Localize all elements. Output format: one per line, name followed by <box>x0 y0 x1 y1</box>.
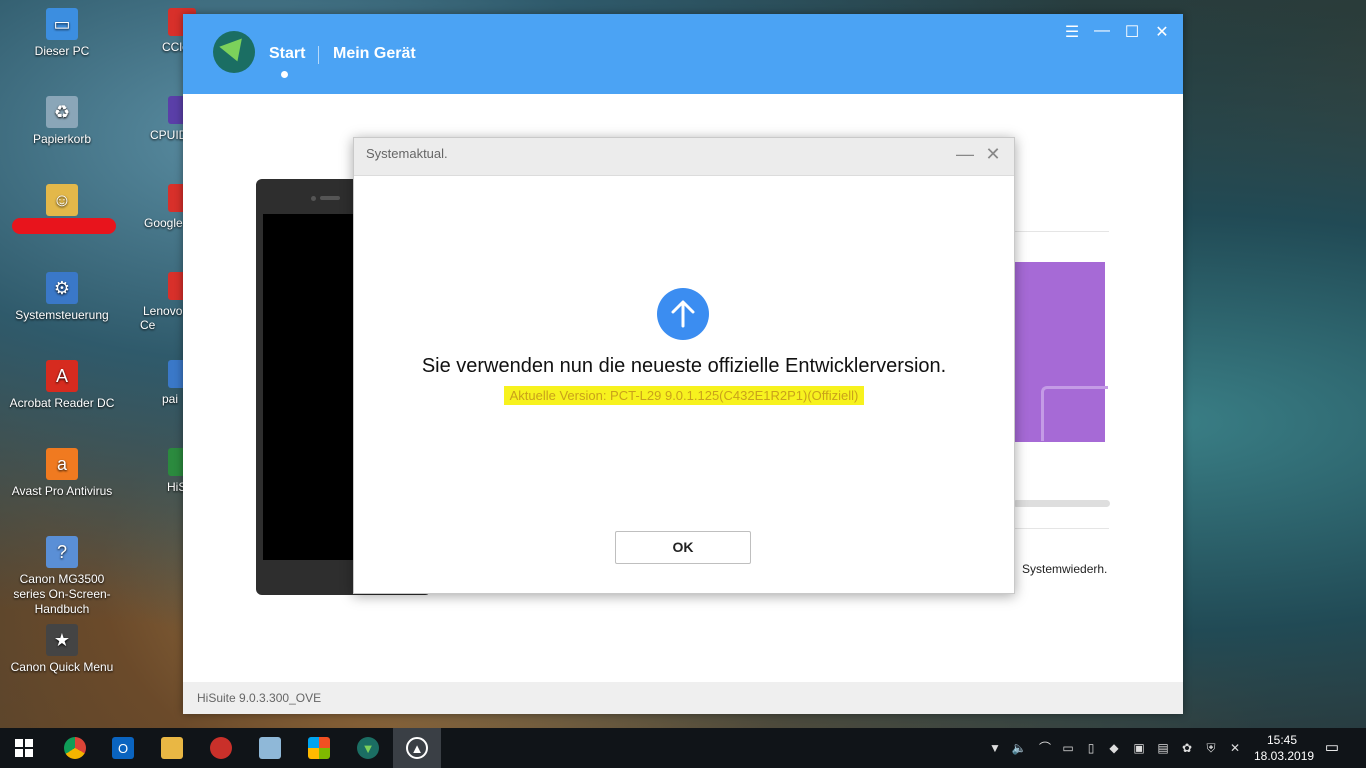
clock-date: 18.03.2019 <box>1254 749 1315 763</box>
desktop-icon-label: Dieser PC <box>34 44 90 58</box>
dialog-close-button[interactable]: ✕ <box>982 144 1004 165</box>
wifi-icon[interactable]: ⌒ <box>1037 740 1053 756</box>
notepad-icon <box>259 737 281 759</box>
network-tray-icon[interactable]: ▣ <box>1131 740 1147 756</box>
user-folder-icon: ☺ <box>46 184 78 216</box>
start-button[interactable] <box>0 728 48 768</box>
divider <box>1013 528 1109 529</box>
device-tray-icon[interactable]: ◆ <box>1106 740 1122 756</box>
desktop-icon-label: pai <box>162 392 179 406</box>
desktop-icon-systemsteuerung[interactable]: ⚙ Systemsteuerung <box>2 272 122 323</box>
redaction-mark <box>12 218 116 234</box>
desktop-icon-label: Systemsteuerung <box>15 308 109 322</box>
ok-button[interactable]: OK <box>615 531 751 564</box>
taskbar-explorer[interactable] <box>148 728 196 768</box>
desktop-icon-dieser-pc[interactable]: ▭ Dieser PC <box>2 8 122 59</box>
dialog-minimize-button[interactable]: — <box>954 144 976 165</box>
chrome-icon <box>64 737 86 759</box>
windows-icon <box>15 739 33 757</box>
divider <box>1013 231 1109 232</box>
dialog-titlebar: Systemaktual. — ✕ <box>354 138 1014 176</box>
tab-start[interactable]: Start <box>269 45 305 63</box>
tab-mein-geraet[interactable]: Mein Gerät <box>333 45 416 63</box>
taskbar: O ▼ ▲ ▼ 🔈 ⌒ ▭ ▯ ◆ ▣ ▤ ✿ ⛨ ✕ 15:45 18.03.… <box>0 728 1366 768</box>
taskbar-hisuite[interactable]: ▼ <box>344 728 392 768</box>
taskbar-ccleaner[interactable] <box>197 728 245 768</box>
file-explorer-icon <box>161 737 183 759</box>
desktop-icon-canon-quick-menu[interactable]: ★ Canon Quick Menu <box>2 624 122 675</box>
taskbar-chrome[interactable] <box>51 728 99 768</box>
taskbar-outlook[interactable]: O <box>99 728 147 768</box>
computer-icon: ▭ <box>46 8 78 40</box>
canon-quick-menu-icon: ★ <box>46 624 78 656</box>
speaker-icon <box>320 196 340 200</box>
desktop-icon-canon-manual[interactable]: ? Canon MG3500 series On-Screen-Handbuch <box>2 536 122 617</box>
hisuite-logo-icon <box>213 31 255 73</box>
canon-manual-icon: ? <box>46 536 78 568</box>
recycle-bin-icon: ♻ <box>46 96 78 128</box>
clock-time: 15:45 <box>1266 733 1298 747</box>
taskbar-store[interactable] <box>295 728 343 768</box>
hisuite-icon: ▼ <box>357 737 379 759</box>
desktop-icon-label: CPUID <box>150 128 188 142</box>
desktop-icon-avast[interactable]: a Avast Pro Antivirus <box>2 448 122 499</box>
acrobat-icon: A <box>46 360 78 392</box>
feature-card[interactable]: s <box>1001 262 1108 442</box>
dialog-title: Systemaktual. <box>366 146 448 161</box>
system-clock[interactable]: 15:45 18.03.2019 <box>1254 732 1315 764</box>
huawei-tray-icon[interactable]: ✿ <box>1179 740 1195 756</box>
taskbar-notepad[interactable] <box>246 728 294 768</box>
desktop-icon-label: Papierkorb <box>32 132 92 146</box>
desktop-icon-acrobat[interactable]: A Acrobat Reader DC <box>2 360 122 411</box>
usb-icon[interactable]: ▯ <box>1083 740 1099 756</box>
shield-icon[interactable]: ⛨ <box>1203 740 1219 756</box>
desktop-icon-label: Canon MG3500 series On-Screen-Handbuch <box>13 572 111 616</box>
arrow-up-icon <box>657 288 709 340</box>
avast-tray-icon[interactable]: ✕ <box>1227 740 1243 756</box>
avast-icon: a <box>46 448 78 480</box>
volume-icon[interactable]: 🔈 <box>1011 740 1027 756</box>
control-panel-icon: ⚙ <box>46 272 78 304</box>
version-label: HiSuite 9.0.3.300_OVE <box>197 691 322 705</box>
minimize-button[interactable]: — <box>1092 22 1112 40</box>
outlook-icon: O <box>112 737 134 759</box>
taskbar-photos[interactable]: ▲ <box>393 728 441 768</box>
dialog-message: Sie verwenden nun die neueste offizielle… <box>421 355 947 377</box>
system-update-dialog: Systemaktual. — ✕ Sie verwenden nun die … <box>353 137 1015 594</box>
hisuite-tray-icon[interactable]: ▼ <box>987 740 1003 756</box>
close-button[interactable]: ✕ <box>1152 22 1172 42</box>
nav-separator <box>318 46 319 64</box>
desktop-icon-label: Google <box>144 216 183 230</box>
photos-icon: ▲ <box>406 737 428 759</box>
current-version-label: Aktuelle Version: PCT-L29 9.0.1.125(C432… <box>503 386 865 405</box>
desktop-icon-label: Avast Pro Antivirus <box>11 484 113 498</box>
desktop-icon-label: Lenovo Ce <box>140 304 183 332</box>
desktop-icon-user-folder[interactable]: ☺ <box>2 184 122 220</box>
desktop-icon-label: Acrobat Reader DC <box>9 396 115 410</box>
menu-icon[interactable]: ☰ <box>1062 22 1082 42</box>
notification-center-icon[interactable]: ▭ <box>1322 738 1342 758</box>
battery-icon[interactable]: ▭ <box>1060 740 1076 756</box>
desktop-icon-label: Canon Quick Menu <box>10 660 114 674</box>
store-icon <box>308 737 330 759</box>
camera-icon <box>311 196 316 201</box>
storage-progress-bar <box>1013 500 1110 507</box>
maximize-button[interactable]: ☐ <box>1122 22 1142 42</box>
ccleaner-icon <box>210 737 232 759</box>
app-footer: HiSuite 9.0.3.300_OVE <box>183 682 1183 714</box>
desktop-icon-papierkorb[interactable]: ♻ Papierkorb <box>2 96 122 147</box>
system-restore-link[interactable]: Systemwiederh. <box>1022 562 1107 576</box>
monitor-tray-icon[interactable]: ▤ <box>1155 740 1171 756</box>
app-header: Start Mein Gerät ☰ — ☐ ✕ <box>183 14 1183 94</box>
folder-icon <box>1041 386 1108 441</box>
active-tab-indicator <box>281 71 288 78</box>
